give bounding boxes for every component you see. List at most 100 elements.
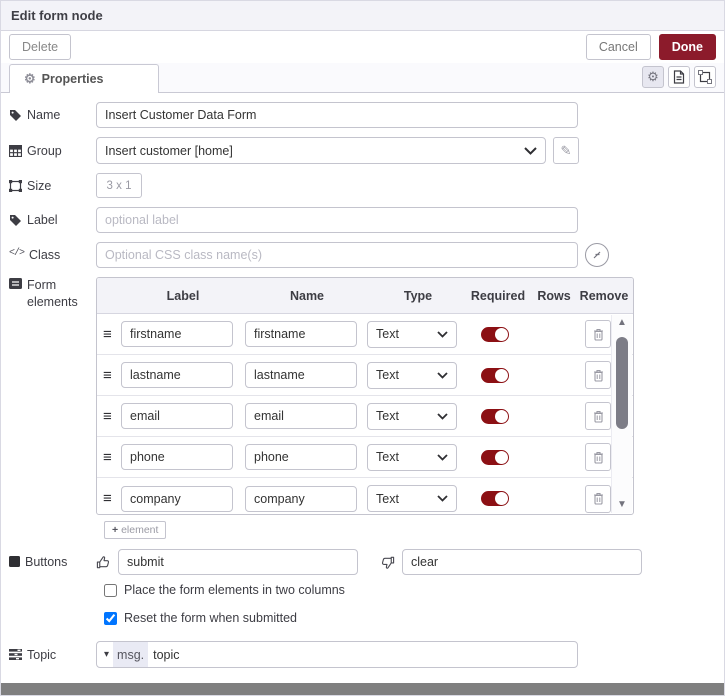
remove-element-button[interactable] xyxy=(585,484,611,513)
element-label-input[interactable] xyxy=(121,444,233,470)
size-row: Size 3 x 1 xyxy=(9,173,716,198)
class-input[interactable] xyxy=(96,242,578,268)
cancel-button[interactable]: Cancel xyxy=(585,34,651,60)
reset-form-label: Reset the form when submitted xyxy=(124,611,297,625)
label-input[interactable] xyxy=(96,207,578,233)
drag-handle-icon[interactable]: ≡ xyxy=(103,368,121,383)
element-label-input[interactable] xyxy=(121,403,233,429)
element-name-input[interactable] xyxy=(245,321,357,347)
group-row: Group Insert customer [home] ✎ xyxy=(9,137,716,164)
group-label: Group xyxy=(9,144,96,158)
form-elements-body: ≡ Text ≡ xyxy=(97,314,633,514)
topic-label: Topic xyxy=(9,648,96,662)
element-name-input[interactable] xyxy=(245,362,357,388)
name-input[interactable] xyxy=(96,102,578,128)
drag-handle-icon[interactable]: ≡ xyxy=(103,450,121,465)
dialog-toolbar: Delete Cancel Done xyxy=(1,31,724,63)
element-type-select[interactable]: Text xyxy=(367,485,457,512)
element-name-input[interactable] xyxy=(245,485,357,512)
trash-icon xyxy=(593,410,603,423)
required-toggle[interactable] xyxy=(481,449,509,465)
list-alt-icon xyxy=(9,278,22,289)
element-label-input[interactable] xyxy=(121,321,233,347)
form-elements-table: Label Name Type Required Rows Remove ≡ T… xyxy=(96,277,634,515)
element-type-select[interactable]: Text xyxy=(367,320,457,348)
tab-bar: ⚙ Properties ⚙ xyxy=(1,63,724,93)
quill-icon xyxy=(593,251,601,259)
required-toggle[interactable] xyxy=(481,367,509,383)
description-view-button[interactable] xyxy=(668,66,690,88)
element-label-input[interactable] xyxy=(121,362,233,388)
reset-form-checkbox[interactable] xyxy=(104,611,117,625)
caret-down-icon: ▾ xyxy=(104,649,110,660)
tag-icon xyxy=(10,110,21,121)
buttons-row: Buttons xyxy=(9,549,716,575)
drag-handle-icon[interactable]: ≡ xyxy=(103,409,121,424)
label-row: Label xyxy=(9,207,716,233)
two-columns-checkbox[interactable] xyxy=(104,583,117,597)
properties-view-button[interactable]: ⚙ xyxy=(642,66,664,88)
chevron-down-icon xyxy=(437,330,448,338)
object-group-icon xyxy=(9,179,22,192)
scroll-up-icon[interactable]: ▲ xyxy=(617,315,627,331)
chevron-down-icon xyxy=(437,412,448,420)
tab-properties[interactable]: ⚙ Properties xyxy=(9,64,159,93)
element-name-input[interactable] xyxy=(245,444,357,470)
scroll-down-icon[interactable]: ▼ xyxy=(617,497,627,513)
add-element-row: + element xyxy=(104,520,716,539)
required-toggle[interactable] xyxy=(481,326,509,342)
pencil-icon: ✎ xyxy=(560,142,572,158)
remove-element-button[interactable] xyxy=(585,402,611,430)
buttons-label: Buttons xyxy=(9,555,96,569)
table-icon xyxy=(9,144,22,157)
trash-icon xyxy=(593,492,603,505)
name-label: Name xyxy=(9,108,96,122)
thumbs-up-icon xyxy=(96,555,111,570)
done-button[interactable]: Done xyxy=(658,34,716,60)
dialog-title: Edit form node xyxy=(11,8,103,23)
document-icon xyxy=(673,70,685,84)
add-element-button[interactable]: + element xyxy=(104,521,167,539)
square-icon xyxy=(9,556,20,567)
element-type-select[interactable]: Text xyxy=(367,443,457,471)
tasks-icon xyxy=(9,648,22,660)
topic-row: Topic ▾ msg. topic xyxy=(9,641,716,668)
element-type-select[interactable]: Text xyxy=(367,402,457,430)
size-button[interactable]: 3 x 1 xyxy=(96,173,142,198)
scrollbar-thumb[interactable] xyxy=(616,337,628,429)
class-picker-button[interactable] xyxy=(585,243,609,267)
form-elements-header: Label Name Type Required Rows Remove xyxy=(97,278,633,314)
form-element-row: ≡ Text xyxy=(97,314,633,355)
table-scrollbar[interactable]: ▲ ▼ xyxy=(611,315,632,513)
group-select-value: Insert customer [home] xyxy=(105,143,233,158)
topic-typed-input[interactable]: ▾ msg. topic xyxy=(96,641,578,668)
chevron-down-icon xyxy=(437,453,448,461)
element-name-input[interactable] xyxy=(245,403,357,429)
required-toggle[interactable] xyxy=(481,491,509,506)
remove-element-button[interactable] xyxy=(585,320,611,348)
two-columns-label: Place the form elements in two columns xyxy=(124,583,345,597)
form-element-row: ≡ Text xyxy=(97,478,633,514)
edit-group-button[interactable]: ✎ xyxy=(553,137,579,164)
code-icon: </> xyxy=(9,248,25,259)
appearance-view-button[interactable] xyxy=(694,66,716,88)
required-toggle[interactable] xyxy=(481,408,509,424)
class-row: </> Class xyxy=(9,242,716,268)
form-elements-row: Form elements Label Name Type Required R… xyxy=(9,277,716,515)
group-select[interactable]: Insert customer [home] xyxy=(96,137,546,164)
typed-input-type-button[interactable]: ▾ msg. xyxy=(97,642,149,667)
clear-button-label-input[interactable] xyxy=(402,549,642,575)
drag-handle-icon[interactable]: ≡ xyxy=(103,491,121,506)
topic-value: topic xyxy=(153,647,180,662)
label-label: Label xyxy=(9,213,96,227)
size-label: Size xyxy=(9,179,96,193)
element-type-select[interactable]: Text xyxy=(367,361,457,389)
two-columns-option: Place the form elements in two columns xyxy=(104,583,716,597)
submit-button-label-input[interactable] xyxy=(118,549,358,575)
remove-element-button[interactable] xyxy=(585,361,611,389)
drag-handle-icon[interactable]: ≡ xyxy=(103,327,121,342)
remove-element-button[interactable] xyxy=(585,443,611,471)
element-label-input[interactable] xyxy=(121,485,233,512)
tab-properties-label: Properties xyxy=(41,72,104,86)
delete-button[interactable]: Delete xyxy=(9,34,72,60)
